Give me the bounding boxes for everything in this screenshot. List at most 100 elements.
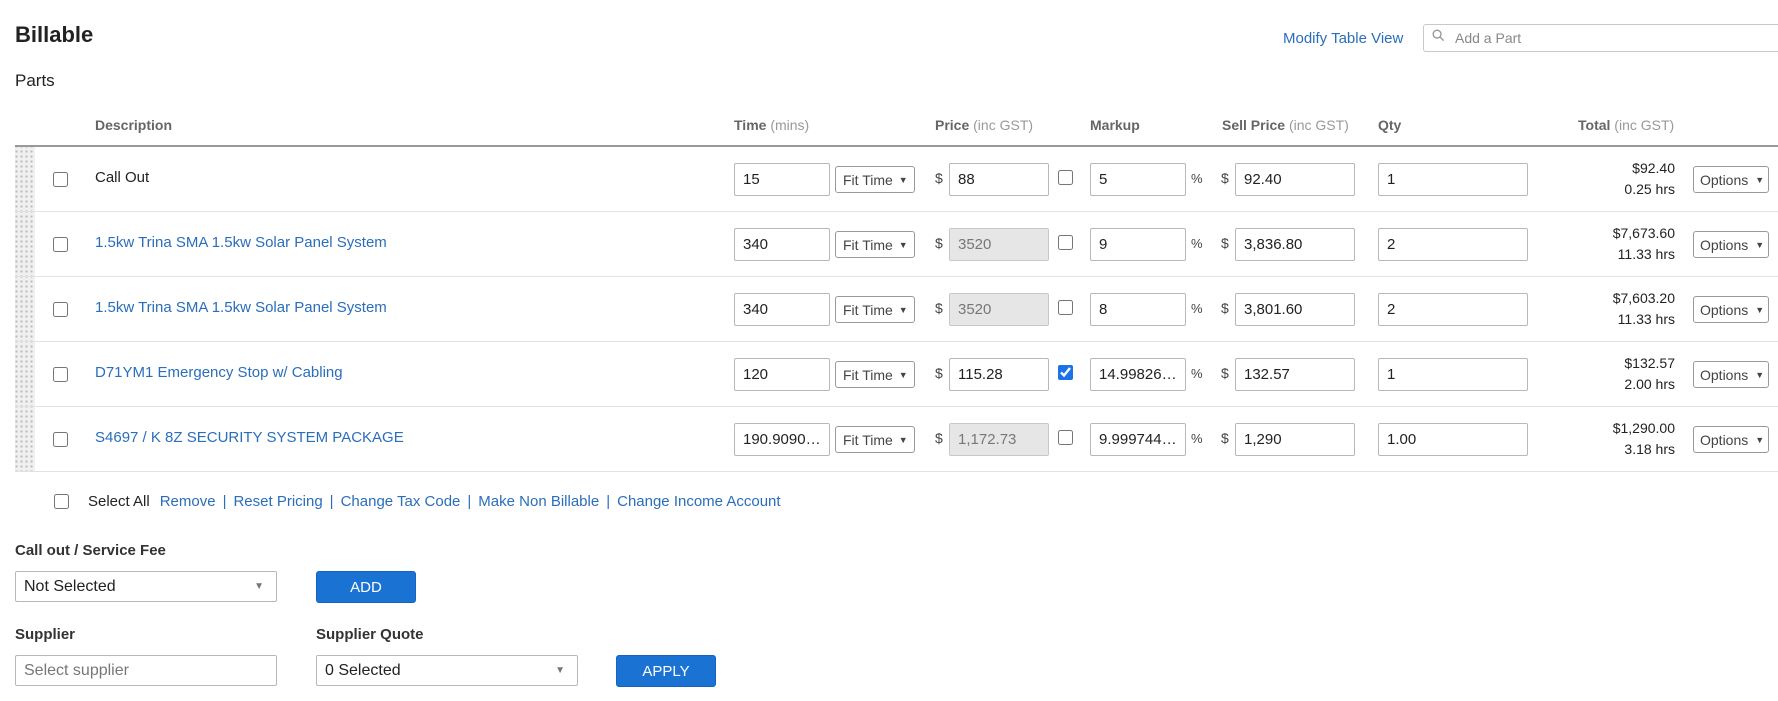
time-input[interactable] [734,358,830,391]
qty-input[interactable] [1378,228,1528,261]
price-input[interactable] [949,358,1049,391]
options-dropdown[interactable]: Options ▼ [1693,166,1769,193]
select-all-checkbox[interactable] [54,494,69,509]
total-amount: $1,290.00 [1612,420,1675,436]
price-lock-checkbox[interactable] [1058,300,1073,315]
price-currency: $ [935,235,943,251]
apply-button[interactable]: APPLY [616,655,716,687]
fit-time-dropdown[interactable]: Fit Time ▼ [835,166,915,193]
drag-handle[interactable] [15,342,35,406]
fit-time-dropdown[interactable]: Fit Time ▼ [835,361,915,388]
options-dropdown[interactable]: Options ▼ [1693,231,1769,258]
chevron-down-icon: ▼ [1755,369,1765,380]
remove-link[interactable]: Remove [160,493,216,510]
chevron-down-icon: ▼ [555,665,565,676]
price-currency: $ [935,170,943,186]
part-description[interactable]: Call Out [95,169,149,186]
row-select-checkbox[interactable] [53,172,68,187]
price-lock-checkbox[interactable] [1058,430,1073,445]
change-tax-code-link[interactable]: Change Tax Code [341,493,461,510]
sell-currency: $ [1221,235,1229,251]
price-input[interactable] [949,293,1049,326]
col-sell-price[interactable]: Sell Price (inc GST) [1222,117,1349,133]
sell-price-input[interactable] [1235,358,1355,391]
table-row: 1.5kw Trina SMA 1.5kw Solar Panel System… [15,212,1778,277]
sell-price-input[interactable] [1235,163,1355,196]
time-input[interactable] [734,163,830,196]
chevron-down-icon: ▼ [898,369,908,380]
markup-percent: % [1191,236,1203,251]
qty-input[interactable] [1378,293,1528,326]
sell-price-input[interactable] [1235,423,1355,456]
options-dropdown[interactable]: Options ▼ [1693,296,1769,323]
table-row: 1.5kw Trina SMA 1.5kw Solar Panel System… [15,277,1778,342]
chevron-down-icon: ▼ [254,581,264,592]
markup-input[interactable] [1090,358,1186,391]
qty-input[interactable] [1378,163,1528,196]
part-description[interactable]: S4697 / K 8Z SECURITY SYSTEM PACKAGE [95,429,404,446]
sell-price-input[interactable] [1235,228,1355,261]
part-description[interactable]: 1.5kw Trina SMA 1.5kw Solar Panel System [95,299,387,316]
price-lock-checkbox[interactable] [1058,170,1073,185]
supplier-quote-select[interactable]: 0 Selected ▼ [316,655,578,686]
sell-price-input[interactable] [1235,293,1355,326]
sell-currency: $ [1221,300,1229,316]
row-select-checkbox[interactable] [53,302,68,317]
col-qty[interactable]: Qty [1378,117,1401,133]
bulk-actions: Select All Remove | Reset Pricing | Chan… [54,493,781,510]
total-hours: 11.33 hrs [1617,246,1675,262]
drag-handle[interactable] [15,147,35,211]
price-input[interactable] [949,228,1049,261]
modify-table-view-link[interactable]: Modify Table View [1283,30,1403,47]
make-non-billable-link[interactable]: Make Non Billable [478,493,599,510]
change-income-account-link[interactable]: Change Income Account [617,493,780,510]
chevron-down-icon: ▼ [1755,174,1765,185]
markup-percent: % [1191,431,1203,446]
part-description[interactable]: 1.5kw Trina SMA 1.5kw Solar Panel System [95,234,387,251]
row-select-checkbox[interactable] [53,432,68,447]
price-input[interactable] [949,423,1049,456]
fit-time-dropdown[interactable]: Fit Time ▼ [835,426,915,453]
row-select-checkbox[interactable] [53,237,68,252]
drag-handle[interactable] [15,277,35,341]
price-input[interactable] [949,163,1049,196]
price-lock-checkbox[interactable] [1058,235,1073,250]
chevron-down-icon: ▼ [898,174,908,185]
add-part-input[interactable] [1453,29,1753,47]
select-all-label: Select All [88,493,150,510]
row-select-checkbox[interactable] [53,367,68,382]
time-input[interactable] [734,423,830,456]
markup-input[interactable] [1090,163,1186,196]
part-description[interactable]: D71YM1 Emergency Stop w/ Cabling [95,364,343,381]
supplier-input[interactable] [15,655,277,686]
total-amount: $7,603.20 [1612,290,1675,306]
time-input[interactable] [734,228,830,261]
col-description[interactable]: Description [95,117,172,133]
drag-handle[interactable] [15,407,35,471]
col-total[interactable]: Total (inc GST) [1578,117,1674,133]
chevron-down-icon: ▼ [1755,239,1765,250]
reset-pricing-link[interactable]: Reset Pricing [233,493,322,510]
qty-input[interactable] [1378,358,1528,391]
markup-input[interactable] [1090,228,1186,261]
options-dropdown[interactable]: Options ▼ [1693,426,1769,453]
add-callout-button[interactable]: ADD [316,571,416,603]
time-input[interactable] [734,293,830,326]
price-currency: $ [935,300,943,316]
fit-time-dropdown[interactable]: Fit Time ▼ [835,296,915,323]
markup-percent: % [1191,171,1203,186]
options-dropdown[interactable]: Options ▼ [1693,361,1769,388]
add-part-search[interactable] [1423,24,1778,52]
drag-handle[interactable] [15,212,35,276]
col-markup[interactable]: Markup [1090,117,1140,133]
chevron-down-icon: ▼ [898,239,908,250]
qty-input[interactable] [1378,423,1528,456]
markup-input[interactable] [1090,423,1186,456]
search-icon [1432,29,1445,47]
fit-time-dropdown[interactable]: Fit Time ▼ [835,231,915,258]
callout-select[interactable]: Not Selected ▼ [15,571,277,602]
price-lock-checkbox[interactable] [1058,365,1073,380]
col-time[interactable]: Time (mins) [734,117,809,133]
col-price[interactable]: Price (inc GST) [935,117,1033,133]
markup-input[interactable] [1090,293,1186,326]
